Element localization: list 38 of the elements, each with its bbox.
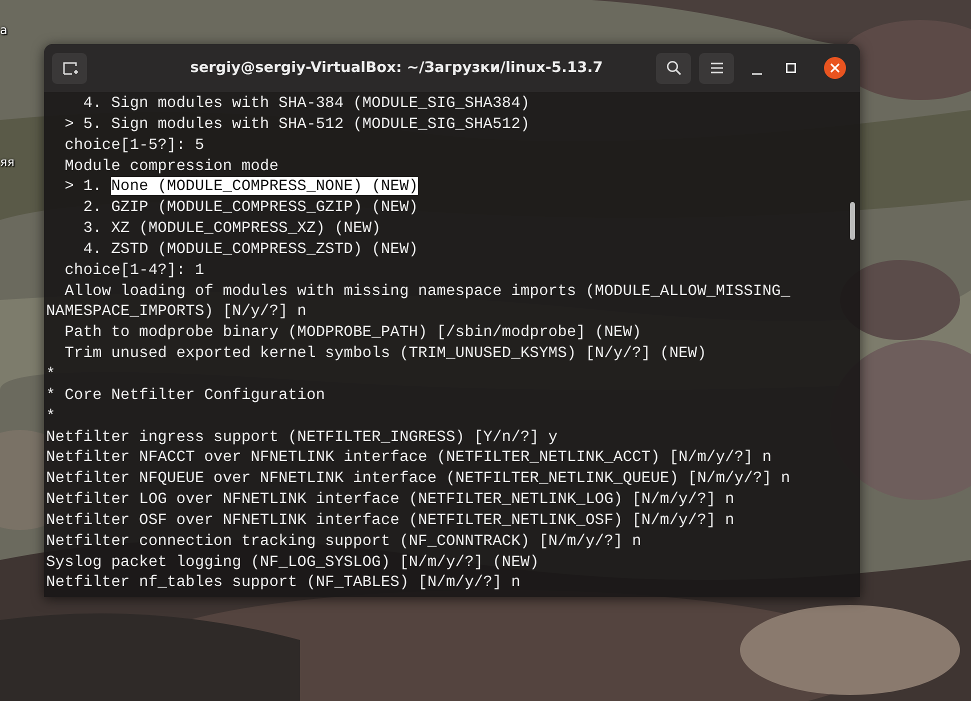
terminal-line: * Core Netfilter Configuration [46,384,326,406]
terminal-line: > 1. None (MODULE_COMPRESS_NONE) (NEW) [64,176,418,198]
maximize-icon [786,63,796,73]
terminal-line: Path to modprobe binary (MODPROBE_PATH) [/sbin/modprobe] (NEW) [64,322,642,344]
scrollbar-thumb[interactable] [850,202,855,240]
new-tab-icon [62,60,78,76]
terminal-line: 4. ZSTD (MODULE_COMPRESS_ZSTD) (NEW) [82,238,418,260]
terminal-line: Netfilter NFQUEUE over NFNETLINK interface (NETFILTER_NETLINK_QUEUE) [N/m/y/?] n [46,468,790,490]
terminal-line: Netfilter LOG over NFNETLINK interface (NETFILTER_NETLINK_LOG) [N/m/y/?] n [46,489,734,510]
terminal-line: Allow loading of modules with missing namespace imports (MODULE_ALLOW_MISSING_ [64,280,790,302]
close-button[interactable] [824,57,846,79]
new-tab-button[interactable] [52,52,87,84]
terminal-line: Netfilter nf_tables support (NF_TABLES) [N/m/y/?] n [46,572,520,594]
search-button[interactable] [656,52,691,84]
search-icon [666,60,682,76]
terminal-line: 3. XZ (MODULE_COMPRESS_XZ) (NEW) [82,218,381,239]
menu-icon [710,62,724,74]
terminal-line: Netfilter NFACCT over NFNETLINK interface (NETFILTER_NETLINK_ACCT) [N/m/y/?] n [46,447,772,468]
window-title: sergiy@sergiy-VirtualBox: ~/Загрузки/linux-5.13.7 [189,60,604,76]
desktop-icon-label[interactable]: яя [0,155,14,169]
menu-button[interactable] [699,52,734,84]
terminal-line: 4. Sign modules with SHA-384 (MODULE_SIG_SHA384) [82,93,530,114]
terminal-line: Netfilter connection tracking support (NF_CONNTRACK) [N/m/y/?] n [46,530,642,552]
minimize-icon [752,73,762,75]
terminal-line: choice[1-4?]: 1 [64,260,204,281]
terminal-line: NAMESPACE_IMPORTS) [N/y/?] n [46,301,306,322]
terminal-line: 2. GZIP (MODULE_COMPRESS_GZIP) (NEW) [82,197,418,218]
terminal-line: choice[1-5?]: 5 [64,134,204,156]
terminal-line: * [46,406,56,426]
terminal-line: Module compression mode [64,156,279,176]
terminal-line: > 5. Sign modules with SHA-512 (MODULE_SIG_SHA512) [64,114,530,135]
terminal-line: Netfilter OSF over NFNETLINK interface (NETFILTER_NETLINK_OSF) [N/m/y/?] n [46,510,734,531]
desktop-icon-label[interactable]: а [0,23,8,37]
close-icon [830,63,840,73]
terminal-line: Trim unused exported kernel symbols (TRIM_UNUSED_KSYMS) [N/y/?] (NEW) [64,343,706,364]
terminal-line: Netfilter ingress support (NETFILTER_INGRESS) [Y/n/?] y [46,426,558,448]
terminal-line: Syslog packet logging (NF_LOG_SYSLOG) [N/m/y/?] (NEW) [46,552,539,572]
terminal-line: * [46,364,56,385]
